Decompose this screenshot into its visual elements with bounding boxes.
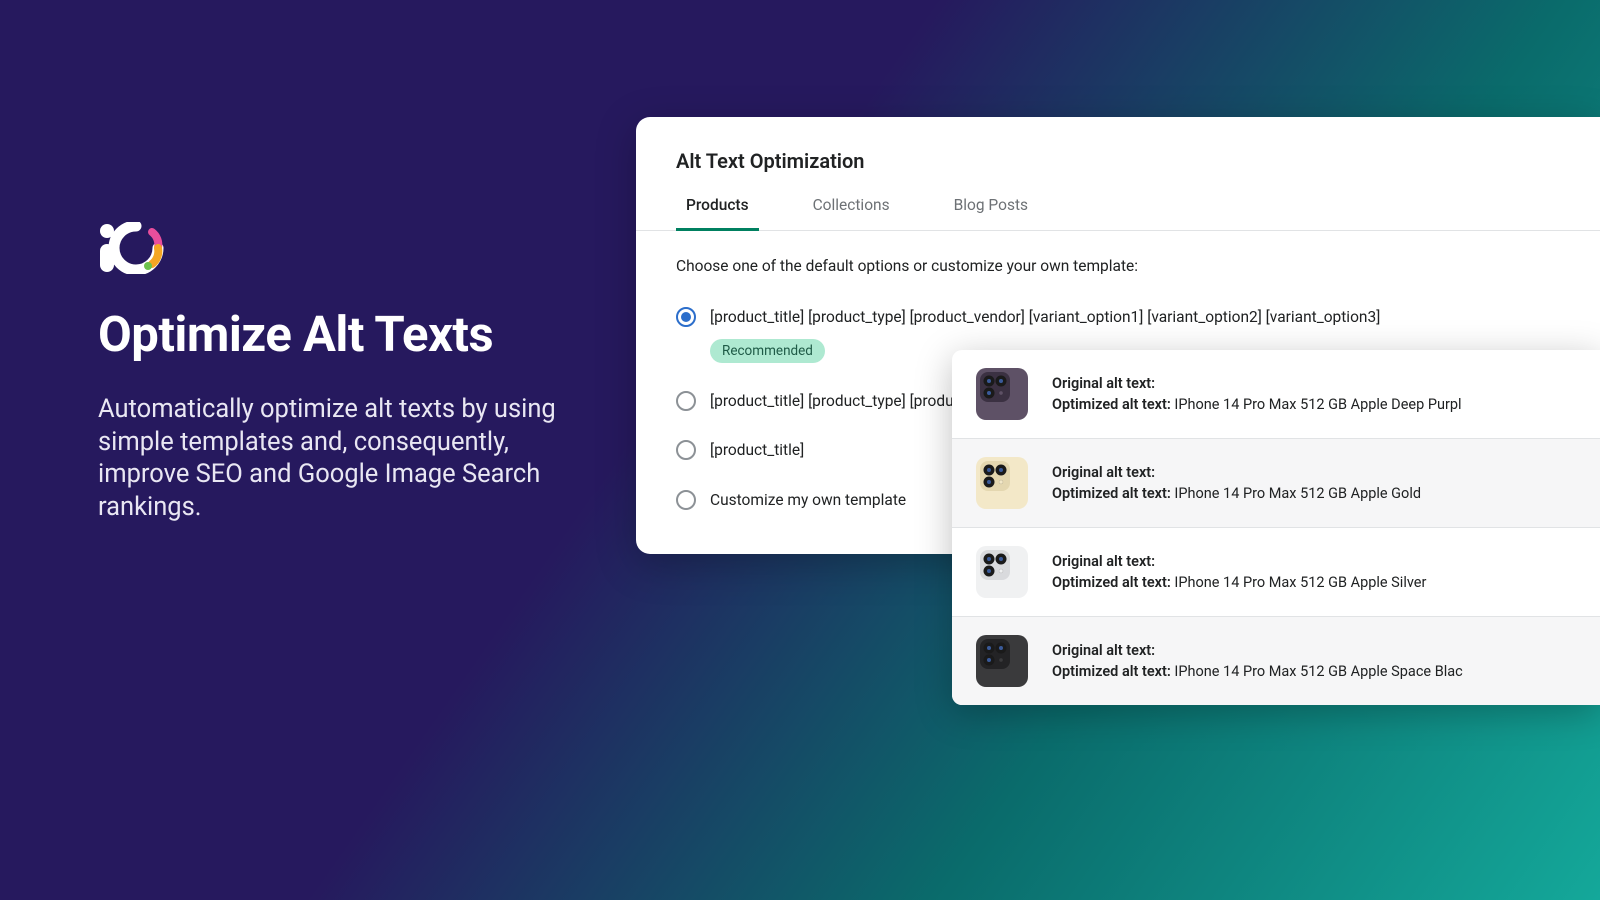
original-label: Original alt text: <box>1052 375 1155 392</box>
radio-icon[interactable] <box>676 391 696 411</box>
subheadline: Automatically optimize alt texts by usin… <box>98 393 578 524</box>
preview-row: Original alt text: Optimized alt text: IP… <box>952 439 1600 528</box>
logo-icon <box>98 222 578 274</box>
preview-panel: Original alt text: Optimized alt text: IP… <box>952 350 1600 705</box>
product-thumb-icon <box>974 455 1030 511</box>
optimized-value: IPhone 14 Pro Max 512 GB Apple Space Bla… <box>1174 663 1462 680</box>
instruction-text: Choose one of the default options or cus… <box>636 231 1600 293</box>
recommended-badge: Recommended <box>710 339 825 363</box>
optimized-label: Optimized alt text: <box>1052 485 1171 502</box>
tab-collections[interactable]: Collections <box>803 196 900 231</box>
headline: Optimize Alt Texts <box>98 306 578 363</box>
preview-text: Original alt text: Optimized alt text: IP… <box>1052 373 1462 415</box>
original-label: Original alt text: <box>1052 642 1155 659</box>
optimized-label: Optimized alt text: <box>1052 396 1171 413</box>
product-thumb-icon <box>974 633 1030 689</box>
original-label: Original alt text: <box>1052 464 1155 481</box>
product-thumb-icon <box>974 544 1030 600</box>
preview-row: Original alt text: Optimized alt text: IP… <box>952 617 1600 705</box>
tab-products[interactable]: Products <box>676 196 759 231</box>
optimized-value: IPhone 14 Pro Max 512 GB Apple Gold <box>1174 485 1421 502</box>
radio-icon[interactable] <box>676 490 696 510</box>
optimized-label: Optimized alt text: <box>1052 574 1171 591</box>
tab-blog-posts[interactable]: Blog Posts <box>944 196 1038 231</box>
optimized-value: IPhone 14 Pro Max 512 GB Apple Silver <box>1174 574 1426 591</box>
tab-bar: Products Collections Blog Posts <box>636 195 1600 231</box>
radio-icon[interactable] <box>676 440 696 460</box>
promo-left: Optimize Alt Texts Automatically optimiz… <box>98 222 578 524</box>
option-label: [product_title] <box>710 440 804 462</box>
preview-text: Original alt text: Optimized alt text: IP… <box>1052 462 1421 504</box>
radio-icon[interactable] <box>676 307 696 327</box>
optimized-value: IPhone 14 Pro Max 512 GB Apple Deep Purp… <box>1174 396 1461 413</box>
original-label: Original alt text: <box>1052 553 1155 570</box>
option-label: Customize my own template <box>710 490 906 512</box>
optimized-label: Optimized alt text: <box>1052 663 1171 680</box>
preview-row: Original alt text: Optimized alt text: IP… <box>952 528 1600 617</box>
preview-text: Original alt text: Optimized alt text: IP… <box>1052 640 1463 682</box>
option-label: [product_title] [product_type] [produ <box>710 391 954 413</box>
preview-text: Original alt text: Optimized alt text: IP… <box>1052 551 1426 593</box>
preview-row: Original alt text: Optimized alt text: IP… <box>952 350 1600 439</box>
product-thumb-icon <box>974 366 1030 422</box>
option-label: [product_title] [product_type] [product_… <box>710 307 1380 329</box>
card-title: Alt Text Optimization <box>636 149 1600 195</box>
